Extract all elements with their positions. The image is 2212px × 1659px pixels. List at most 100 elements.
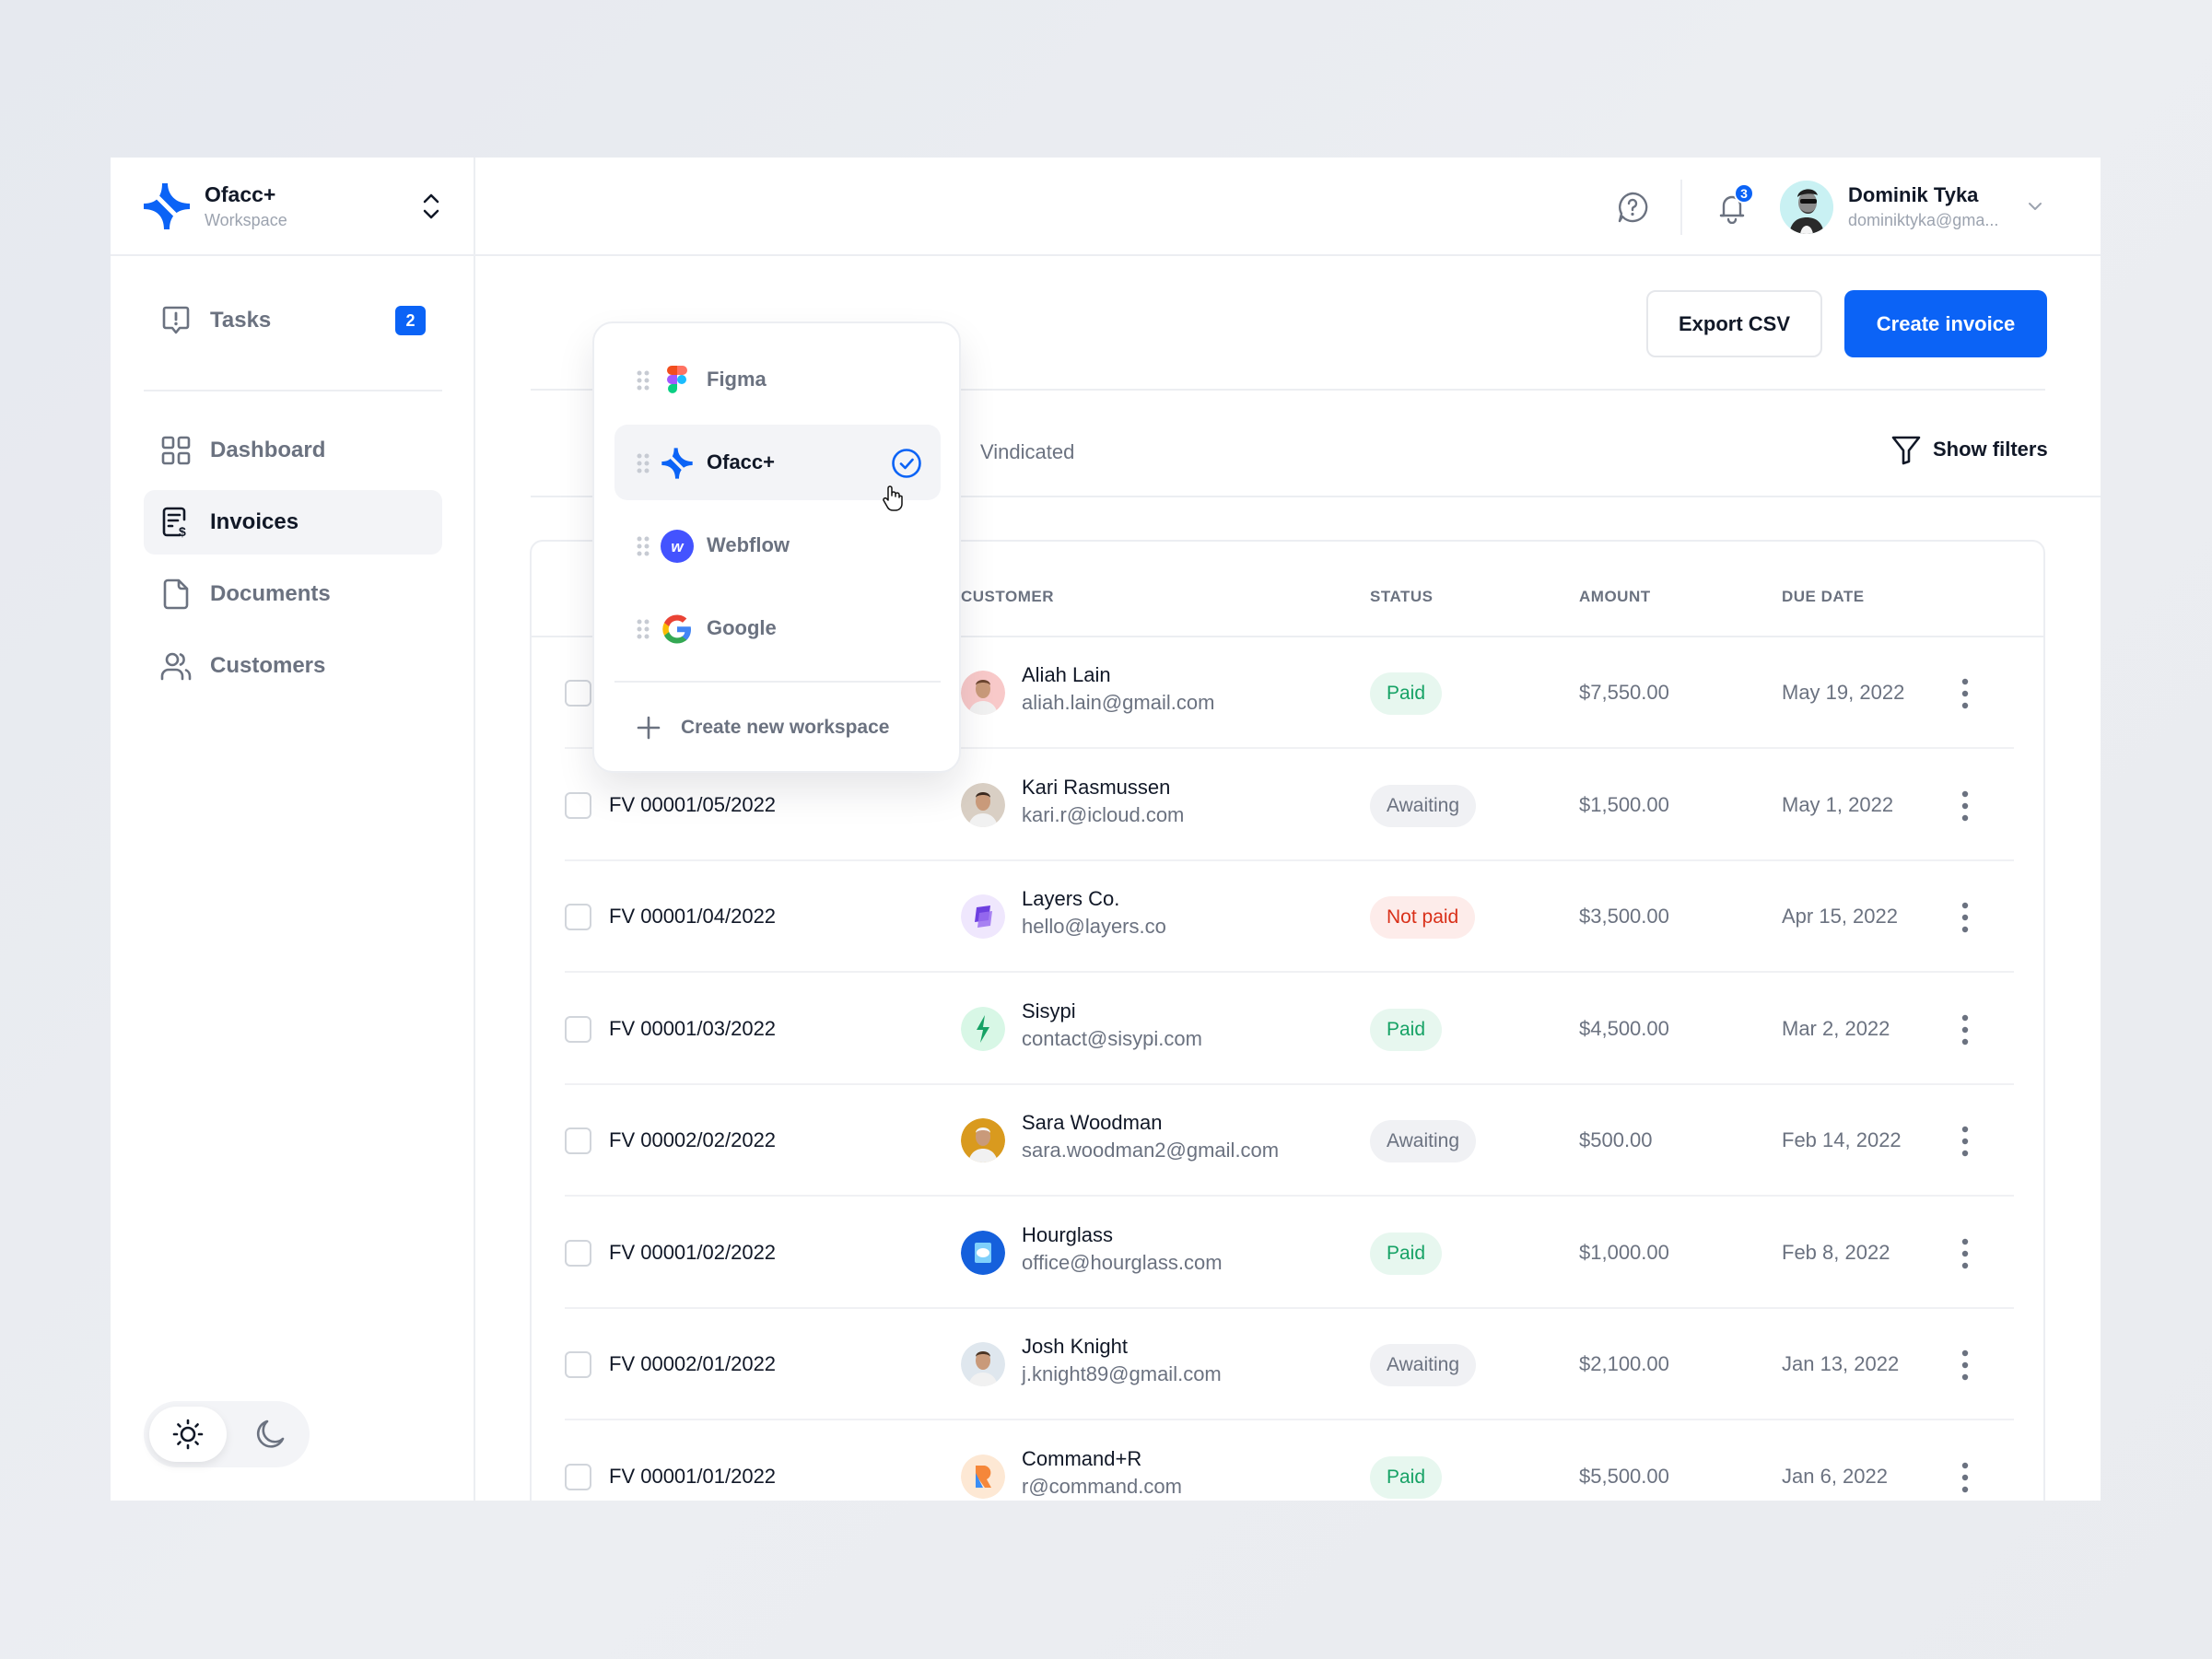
- customer-avatar: [961, 1454, 1005, 1499]
- workspace-switcher[interactable]: Ofacc+ Workspace: [111, 158, 475, 256]
- row-checkbox[interactable]: [565, 1239, 591, 1267]
- column-header-customer[interactable]: CUSTOMER: [961, 588, 1054, 606]
- status-badge: Awaiting: [1370, 784, 1476, 827]
- workspace-option-label: Google: [707, 616, 777, 639]
- status-badge: Paid: [1370, 1232, 1443, 1275]
- customer-email: kari.r@icloud.com: [1022, 802, 1185, 826]
- table-row[interactable]: FV 00001/04/2022 Layers Co. hello@layers.c…: [565, 861, 2014, 973]
- status-badge: Awaiting: [1370, 1344, 1476, 1386]
- invoice-amount: $1,500.00: [1579, 792, 1669, 816]
- invoice-number[interactable]: FV 00001/03/2022: [609, 1017, 776, 1041]
- row-checkbox[interactable]: [565, 1127, 591, 1154]
- export-csv-button[interactable]: Export CSV: [1646, 290, 1822, 357]
- column-header-amount[interactable]: AMOUNT: [1579, 588, 1651, 606]
- invoice-number[interactable]: FV 00002/02/2022: [609, 1128, 776, 1152]
- sidebar-item-dashboard[interactable]: Dashboard: [144, 418, 442, 483]
- due-date: Jan 6, 2022: [1782, 1464, 1888, 1488]
- row-checkbox[interactable]: [565, 1463, 591, 1490]
- user-name: Dominik Tyka: [1848, 183, 1979, 206]
- theme-toggle[interactable]: [144, 1401, 310, 1467]
- show-filters-button[interactable]: Show filters: [1890, 434, 2048, 465]
- row-checkbox[interactable]: [565, 1351, 591, 1378]
- create-invoice-button[interactable]: Create invoice: [1844, 290, 2047, 357]
- help-icon[interactable]: [1616, 191, 1649, 224]
- more-options-icon[interactable]: [1960, 1236, 1971, 1271]
- row-checkbox[interactable]: [565, 904, 591, 930]
- light-mode-button[interactable]: [149, 1407, 227, 1462]
- customer-avatar: [961, 894, 1005, 939]
- more-options-icon[interactable]: [1960, 1460, 1971, 1495]
- sidebar-item-label: Customers: [210, 653, 326, 678]
- tasks-count-badge: 2: [395, 306, 426, 335]
- customer-avatar: [961, 1118, 1005, 1162]
- table-row[interactable]: FV 00002/01/2022 Josh Knight j.knight89@gm…: [565, 1309, 2014, 1420]
- more-options-icon[interactable]: [1960, 1124, 1971, 1159]
- check-circle-icon: [892, 449, 921, 478]
- table-row[interactable]: FV 00001/01/2022 Command+R r@command.com Pa…: [565, 1421, 2014, 1501]
- drag-handle-icon[interactable]: [637, 453, 650, 473]
- column-header-due-date[interactable]: DUE DATE: [1782, 588, 1865, 606]
- chevron-down-icon[interactable]: [2027, 198, 2043, 215]
- customer-name: Sisypi: [1022, 999, 1076, 1022]
- workspace-subtitle: Workspace: [205, 210, 287, 229]
- sidebar-item-customers[interactable]: Customers: [144, 634, 442, 698]
- drag-handle-icon[interactable]: [637, 619, 650, 639]
- customer-email: aliah.lain@gmail.com: [1022, 691, 1215, 714]
- chevron-up-down-icon[interactable]: [420, 191, 442, 222]
- customer-name: Hourglass: [1022, 1222, 1114, 1246]
- invoice-amount: $1,000.00: [1579, 1240, 1669, 1264]
- row-checkbox[interactable]: [565, 680, 591, 707]
- row-checkbox[interactable]: [565, 1015, 591, 1043]
- sidebar-divider: [144, 390, 442, 391]
- invoice-number[interactable]: FV 00001/04/2022: [609, 905, 776, 929]
- tab-vindicated[interactable]: Vindicated: [980, 440, 1074, 464]
- table-row[interactable]: FV 00002/02/2022 Sara Woodman sara.woodman…: [565, 1085, 2014, 1197]
- invoice-number[interactable]: FV 00001/01/2022: [609, 1465, 776, 1489]
- dark-mode-button[interactable]: [238, 1407, 302, 1462]
- svg-text:w: w: [671, 538, 685, 555]
- workspace-name: Ofacc+: [205, 181, 276, 206]
- create-workspace-label: Create new workspace: [681, 717, 890, 738]
- user-email: dominiktyka@gma...: [1848, 211, 1999, 229]
- invoice-amount: $2,100.00: [1579, 1352, 1669, 1375]
- sidebar-item-label: Dashboard: [210, 438, 326, 462]
- workspace-option-google[interactable]: Google: [614, 590, 941, 666]
- customer-email: r@command.com: [1022, 1474, 1182, 1498]
- create-workspace-button[interactable]: Create new workspace: [614, 701, 941, 756]
- sun-icon: [172, 1419, 204, 1450]
- notification-count-badge: 3: [1734, 183, 1754, 204]
- status-badge: Paid: [1370, 1455, 1443, 1499]
- invoice-number[interactable]: FV 00001/02/2022: [609, 1241, 776, 1265]
- invoice-number[interactable]: FV 00002/01/2022: [609, 1352, 776, 1376]
- sidebar-item-invoices[interactable]: $ Invoices: [144, 490, 442, 555]
- workspace-option-webflow[interactable]: w Webflow: [614, 508, 941, 583]
- row-checkbox[interactable]: [565, 791, 591, 819]
- table-row[interactable]: FV 00001/03/2022 Sisypi contact@sisypi.com…: [565, 974, 2014, 1085]
- customer-email: j.knight89@gmail.com: [1022, 1362, 1222, 1385]
- more-options-icon[interactable]: [1960, 676, 1971, 711]
- hand-cursor-icon: [883, 485, 903, 511]
- more-options-icon[interactable]: [1960, 1012, 1971, 1047]
- column-header-status[interactable]: STATUS: [1370, 588, 1433, 606]
- menu-divider: [614, 681, 941, 683]
- due-date: Feb 14, 2022: [1782, 1128, 1902, 1151]
- more-options-icon[interactable]: [1960, 789, 1971, 824]
- more-options-icon[interactable]: [1960, 1348, 1971, 1383]
- invoice-amount: $500.00: [1579, 1128, 1653, 1151]
- table-row[interactable]: FV 00001/02/2022 Hourglass office@hourglas…: [565, 1198, 2014, 1309]
- drag-handle-icon[interactable]: [637, 536, 650, 556]
- sidebar-item-tasks[interactable]: Tasks 2: [144, 288, 442, 353]
- more-options-icon[interactable]: [1960, 900, 1971, 935]
- sidebar-item-documents[interactable]: Documents: [144, 562, 442, 626]
- figma-logo-icon: [667, 366, 687, 393]
- status-badge: Not paid: [1370, 896, 1476, 939]
- workspace-option-figma[interactable]: Figma: [614, 342, 941, 417]
- customer-avatar: [961, 1006, 1005, 1051]
- invoice-number[interactable]: FV 00001/05/2022: [609, 793, 776, 817]
- webflow-logo-icon: w: [661, 530, 694, 563]
- user-avatar[interactable]: [1780, 181, 1833, 234]
- drag-handle-icon[interactable]: [637, 370, 650, 391]
- customer-name: Sara Woodman: [1022, 1111, 1163, 1134]
- due-date: Mar 2, 2022: [1782, 1016, 1890, 1040]
- status-badge: Awaiting: [1370, 1120, 1476, 1162]
